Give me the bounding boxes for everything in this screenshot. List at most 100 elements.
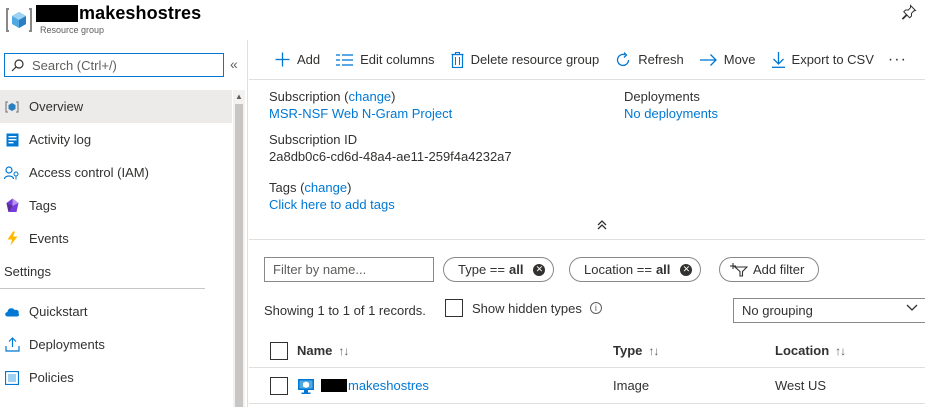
essentials-panel: Subscription (change) MSR-NSF Web N-Gram…: [249, 80, 925, 240]
row-checkbox[interactable]: [270, 376, 288, 395]
menu-item-events[interactable]: Events: [0, 222, 232, 255]
menu-item-activity-log[interactable]: Activity log: [0, 123, 232, 156]
collapse-essentials-icon[interactable]: [597, 220, 607, 230]
menu-item-deployments[interactable]: Deployments: [0, 328, 232, 361]
type-column-header[interactable]: Type ↑↓: [613, 334, 659, 367]
name-column-header[interactable]: Name ↑↓: [297, 334, 349, 367]
subscription-id-label: Subscription ID: [269, 132, 358, 147]
row-type-cell: Image: [613, 378, 650, 393]
menu-item-label: Overview: [29, 99, 84, 114]
filter-by-name-input[interactable]: Filter by name...: [264, 257, 434, 282]
show-hidden-types[interactable]: Show hidden types i: [445, 299, 602, 317]
menu-item-label: Events: [29, 231, 69, 246]
add-filter-icon: [730, 262, 748, 277]
add-filter-button[interactable]: Add filter: [719, 257, 820, 282]
grouping-dropdown[interactable]: No grouping: [733, 298, 925, 323]
scrollbar-thumb[interactable]: [235, 104, 243, 407]
quickstart-icon: [4, 304, 20, 320]
resource-group-icon: [6, 8, 32, 32]
page-subtitle: Resource group: [40, 25, 105, 35]
activity-log-icon: [4, 132, 20, 148]
remove-filter-icon[interactable]: ✕: [680, 263, 693, 276]
menu-item-label: Activity log: [29, 132, 92, 147]
refresh-button[interactable]: Refresh: [607, 40, 692, 80]
add-button[interactable]: Add: [249, 40, 328, 80]
menu-item-label: Tags: [29, 198, 57, 213]
subscription-value-link[interactable]: MSR-NSF Web N-Gram Project: [269, 105, 452, 122]
add-tags-link[interactable]: Click here to add tags: [269, 196, 395, 213]
records-bar: Showing 1 to 1 of 1 records. Show hidden…: [249, 298, 925, 324]
command-bar: Add Edit columns Delete resource group R…: [249, 40, 925, 80]
deployments-icon: [4, 337, 20, 353]
menu-item-quickstart[interactable]: Quickstart: [0, 295, 232, 328]
subscription-label: Subscription: [269, 89, 341, 104]
location-column-label: Location: [775, 343, 830, 358]
remove-filter-icon[interactable]: ✕: [533, 263, 546, 276]
sort-icon: ↑↓: [835, 343, 846, 358]
change-subscription-link[interactable]: change: [349, 89, 392, 104]
sort-icon: ↑↓: [648, 343, 659, 358]
menu-search-input[interactable]: [32, 57, 212, 73]
tags-icon: [4, 198, 20, 214]
type-column-label: Type: [613, 343, 643, 358]
select-all-checkbox[interactable]: [270, 341, 288, 360]
more-actions-button[interactable]: ···: [882, 40, 911, 80]
pin-icon[interactable]: [901, 4, 917, 20]
redacted-name-block: [321, 379, 347, 392]
name-column-label: Name: [297, 343, 333, 358]
deployments-label: Deployments: [624, 89, 700, 104]
edit-columns-button[interactable]: Edit columns: [328, 40, 442, 80]
add-label: Add: [297, 52, 321, 67]
menu-scrollbar[interactable]: ▲: [233, 90, 245, 407]
chevron-down-icon: [906, 304, 918, 311]
subscription-id-value: 2a8db0c6-cd6d-48a4-ae11-259f4a4232a7: [269, 149, 512, 164]
type-filter-pill[interactable]: Type == all ✕: [443, 257, 555, 282]
location-filter-pill[interactable]: Location == all ✕: [569, 257, 702, 282]
image-resource-icon: [298, 378, 314, 394]
show-hidden-types-checkbox[interactable]: [445, 299, 463, 317]
row-name-cell: makeshostres: [297, 368, 429, 403]
menu-item-overview[interactable]: Overview: [0, 90, 232, 123]
location-column-header[interactable]: Location ↑↓: [775, 334, 846, 367]
section-divider: [0, 288, 205, 289]
menu-list: Overview Activity log Access control (IA…: [0, 90, 232, 394]
scroll-up-arrow-icon[interactable]: ▲: [235, 92, 243, 101]
page-title: makeshostres: [79, 2, 202, 23]
menu-item-policies[interactable]: Policies: [0, 361, 232, 394]
delete-resource-group-button[interactable]: Delete resource group: [443, 40, 608, 80]
redacted-name-block: [36, 4, 78, 22]
menu-item-label: Access control (IAM): [29, 165, 149, 180]
menu-section-settings: Settings: [4, 264, 51, 279]
overview-icon: [4, 99, 20, 115]
export-label: Export to CSV: [791, 52, 874, 67]
menu-item-access-control[interactable]: Access control (IAM): [0, 156, 232, 189]
add-filter-label: Add filter: [753, 262, 805, 277]
arrow-right-icon: [699, 53, 717, 66]
type-filter-label: Type ==: [458, 262, 505, 277]
policies-icon: [4, 370, 20, 386]
sort-icon: ↑↓: [338, 343, 349, 358]
resource-menu: « Overview Activity log: [0, 40, 248, 407]
table-row[interactable]: makeshostres Image West US: [249, 368, 925, 404]
download-icon: [771, 51, 785, 68]
events-icon: [4, 231, 20, 247]
edit-columns-label: Edit columns: [360, 52, 435, 67]
refresh-label: Refresh: [638, 52, 684, 67]
change-tags-link[interactable]: change: [304, 180, 347, 195]
deployments-value-link[interactable]: No deployments: [624, 105, 718, 122]
menu-search-box[interactable]: [4, 53, 224, 77]
iam-icon: [4, 165, 20, 181]
records-count: Showing 1 to 1 of 1 records.: [264, 303, 426, 318]
move-button[interactable]: Move: [692, 40, 764, 80]
collapse-menu-button[interactable]: «: [230, 56, 238, 72]
columns-icon: [336, 53, 354, 66]
location-filter-value: all: [655, 262, 671, 277]
tags-label-row: Tags (change): [269, 180, 352, 195]
resource-name-link[interactable]: makeshostres: [348, 378, 429, 393]
search-icon: [11, 58, 24, 71]
tags-label: Tags: [269, 180, 297, 195]
info-icon[interactable]: i: [589, 302, 602, 314]
refresh-icon: [617, 51, 630, 66]
menu-item-tags[interactable]: Tags: [0, 189, 232, 222]
export-csv-button[interactable]: Export to CSV: [764, 40, 882, 80]
